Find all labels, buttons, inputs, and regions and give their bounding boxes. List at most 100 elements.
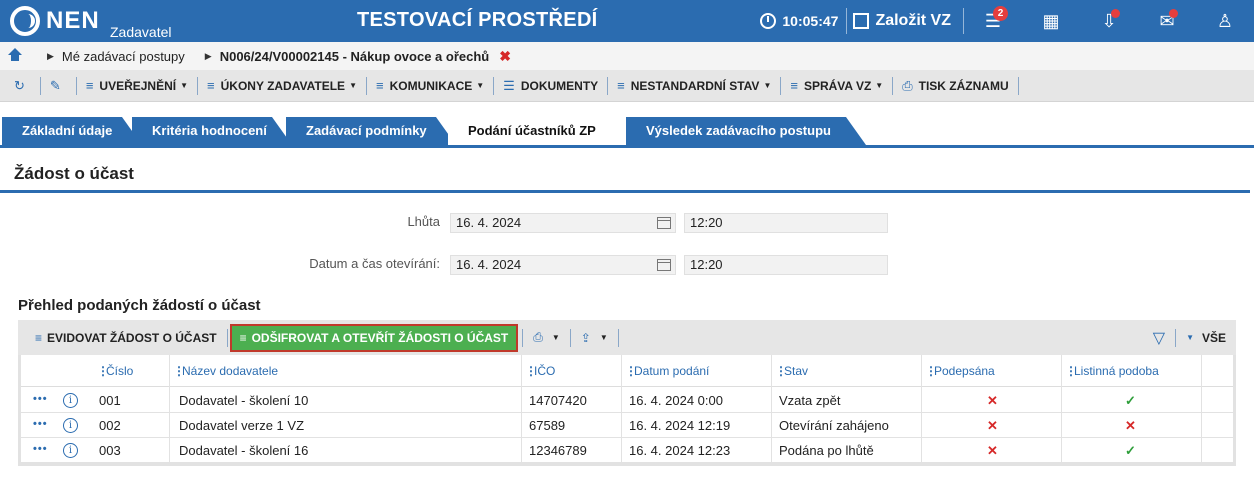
decrypt-open-button[interactable]: ≡ ODŠIFROVAT A OTEVŘÍT ŽÁDOSTI O ÚČAST xyxy=(229,323,519,352)
deadline-date-value: 16. 4. 2024 xyxy=(456,215,522,230)
tab-tender-conditions[interactable]: Zadávací podmínky xyxy=(286,117,456,145)
column-grip-icon: ⋮ xyxy=(925,364,937,378)
export-dropdown[interactable]: ⇪ ▼ xyxy=(571,331,618,345)
toolbar-divider xyxy=(1175,328,1177,347)
list-icon: ≡ xyxy=(375,78,384,93)
refresh-button[interactable]: ↻ xyxy=(0,76,41,95)
info-icon[interactable]: i xyxy=(63,393,78,408)
user-button[interactable]: ♙ xyxy=(1196,0,1254,42)
info-icon[interactable]: i xyxy=(63,418,78,433)
table-row[interactable]: ••• i 001 Dodavatel - školení 10 1470742… xyxy=(21,388,1233,413)
opening-date-field[interactable]: 16. 4. 2024 xyxy=(450,255,676,275)
table-row[interactable]: ••• i 002 Dodavatel verze 1 VZ 67589 16.… xyxy=(21,413,1233,438)
column-signed[interactable]: ⋮Podepsána xyxy=(921,355,995,387)
clock-icon xyxy=(760,13,777,29)
menu-vz-management-label: SPRÁVA VZ xyxy=(803,78,872,93)
calculator-button[interactable]: ▦ xyxy=(1022,0,1080,42)
column-number[interactable]: ⋮Číslo xyxy=(93,355,133,387)
inbox-alert-dot xyxy=(1111,9,1120,18)
edit-button[interactable]: ✎ xyxy=(41,76,77,95)
column-paper-form[interactable]: ⋮Listinná podoba xyxy=(1061,355,1159,387)
tab-basic-info[interactable]: Základní údaje xyxy=(2,117,142,145)
cell-signed-no-icon: ✕ xyxy=(987,418,998,433)
logo-icon xyxy=(10,6,40,36)
menu-publishing[interactable]: ≡ UVEŘEJNĚNÍ ▼ xyxy=(77,76,199,95)
opening-date-value: 16. 4. 2024 xyxy=(456,257,522,272)
calendar-icon[interactable] xyxy=(657,217,671,229)
menu-documents-label: DOKUMENTY xyxy=(520,78,599,93)
grid-toolbar: ≡ EVIDOVAT ŽÁDOST O ÚČAST ≡ ODŠIFROVAT A O… xyxy=(18,320,1236,355)
cell-paper-form-no-icon: ✕ xyxy=(1125,418,1136,433)
column-grip-icon: ⋮ xyxy=(775,364,787,378)
chevron-down-icon: ▼ xyxy=(763,81,772,90)
menu-communication[interactable]: ≡ KOMUNIKACE ▼ xyxy=(367,76,495,95)
cell-supplier-name: Dodavatel - školení 16 xyxy=(179,443,309,458)
action-toolbar: ↻ ✎ ≡ UVEŘEJNĚNÍ ▼ ≡ ÚKONY ZADAVATELE ▼ ≡ KOM… xyxy=(0,70,1254,102)
pencil-icon: ✎ xyxy=(49,77,61,93)
new-vz-button[interactable]: Založit VZ xyxy=(847,8,964,34)
column-submission-date[interactable]: ⋮Datum podání xyxy=(621,355,709,387)
view-all-label[interactable]: VŠE xyxy=(1202,331,1226,345)
tab-procedure-result[interactable]: Výsledek zadávacího postupu xyxy=(626,117,866,145)
cell-signed-no-icon: ✕ xyxy=(987,443,998,458)
breadcrumb-my-procedures[interactable]: Mé zadávací postupy xyxy=(62,49,185,64)
cell-status: Otevírání zahájeno xyxy=(779,418,889,433)
menu-contracting-acts[interactable]: ≡ ÚKONY ZADAVATELE ▼ xyxy=(198,76,367,95)
column-submission-date-label: Datum podání xyxy=(634,364,710,378)
mail-button[interactable]: ✉ xyxy=(1138,0,1196,42)
menu-button[interactable]: ☰ 2 xyxy=(964,0,1022,42)
record-application-label: EVIDOVAT ŽÁDOST O ÚČAST xyxy=(47,330,217,345)
mail-alert-dot xyxy=(1169,9,1178,18)
more-options-icon[interactable]: ••• xyxy=(33,413,48,436)
nen-logo[interactable]: NEN Zadavatel xyxy=(10,0,210,42)
tab-bar: Základní údaje Kritéria hodnocení Zadáva… xyxy=(0,117,1254,145)
filter-icon[interactable]: ▽ xyxy=(1153,328,1165,348)
cell-paper-form-yes-icon: ✓ xyxy=(1125,393,1136,408)
list-icon: ≡ xyxy=(35,330,43,345)
menu-print-record-label: TISK ZÁZNAMU xyxy=(918,78,1009,93)
menu-nonstandard-state-label: NESTANDARDNÍ STAV xyxy=(630,78,760,93)
menu-documents[interactable]: ☰ DOKUMENTY xyxy=(494,76,609,95)
record-application-button[interactable]: ≡ EVIDOVAT ŽÁDOST O ÚČAST xyxy=(18,331,227,345)
cell-ico: 67589 xyxy=(529,418,566,433)
cell-paper-form-yes-icon: ✓ xyxy=(1125,443,1136,458)
inbox-button[interactable]: ⇩ xyxy=(1080,0,1138,42)
chevron-down-icon[interactable]: ▼ xyxy=(1186,333,1194,342)
calendar-icon[interactable] xyxy=(657,259,671,271)
column-grip-icon: ⋮ xyxy=(1065,364,1077,378)
column-status[interactable]: ⋮Stav xyxy=(771,355,808,387)
tab-participant-submissions[interactable]: Podání účastníků ZP xyxy=(448,117,638,145)
refresh-icon: ↻ xyxy=(14,77,25,93)
opening-time-field[interactable]: 12:20 xyxy=(684,255,888,275)
more-options-icon[interactable]: ••• xyxy=(33,388,48,411)
menu-vz-management[interactable]: ≡ SPRÁVA VZ ▼ xyxy=(781,76,894,95)
column-grip-icon: ⋮ xyxy=(173,364,185,378)
menu-print-record[interactable]: ⎙ TISK ZÁZNAMU xyxy=(893,76,1019,95)
close-icon[interactable]: ✖ xyxy=(499,48,511,65)
logo-subtitle: Zadavatel xyxy=(110,24,172,40)
column-paper-form-label: Listinná podoba xyxy=(1074,364,1159,378)
decrypt-open-label: ODŠIFROVAT A OTEVŘÍT ŽÁDOSTI O ÚČAST xyxy=(251,330,509,345)
menu-publishing-label: UVEŘEJNĚNÍ xyxy=(99,78,177,93)
deadline-date-field[interactable]: 16. 4. 2024 xyxy=(450,213,676,233)
cell-status: Vzata zpět xyxy=(779,393,841,408)
menu-nonstandard-state[interactable]: ≡ NESTANDARDNÍ STAV ▼ xyxy=(608,76,782,95)
opening-label: Datum a čas otevírání: xyxy=(309,256,440,271)
tab-evaluation-criteria[interactable]: Kritéria hodnocení xyxy=(132,117,292,145)
column-supplier-name[interactable]: ⋮Název dodavatele xyxy=(169,355,278,387)
table-row[interactable]: ••• i 003 Dodavatel - školení 16 1234678… xyxy=(21,438,1233,463)
breadcrumb-current: N006/24/V00002145 - Nákup ovoce a ořechů xyxy=(219,48,490,64)
column-signed-label: Podepsána xyxy=(934,364,995,378)
deadline-time-field[interactable]: 12:20 xyxy=(684,213,888,233)
grid-title: Přehled podaných žádostí o účast xyxy=(18,297,261,314)
export-icon: ⇪ xyxy=(580,330,591,345)
calculator-icon: ▦ xyxy=(1042,10,1060,31)
more-options-icon[interactable]: ••• xyxy=(33,438,48,461)
cell-number: 002 xyxy=(99,418,121,433)
info-icon[interactable]: i xyxy=(63,443,78,458)
cell-ico: 12346789 xyxy=(529,443,587,458)
print-dropdown[interactable]: ⎙ ▼ xyxy=(523,330,570,345)
column-ico[interactable]: ⋮IČO xyxy=(521,355,555,387)
column-grip-icon: ⋮ xyxy=(525,364,537,378)
home-icon[interactable] xyxy=(8,48,22,62)
